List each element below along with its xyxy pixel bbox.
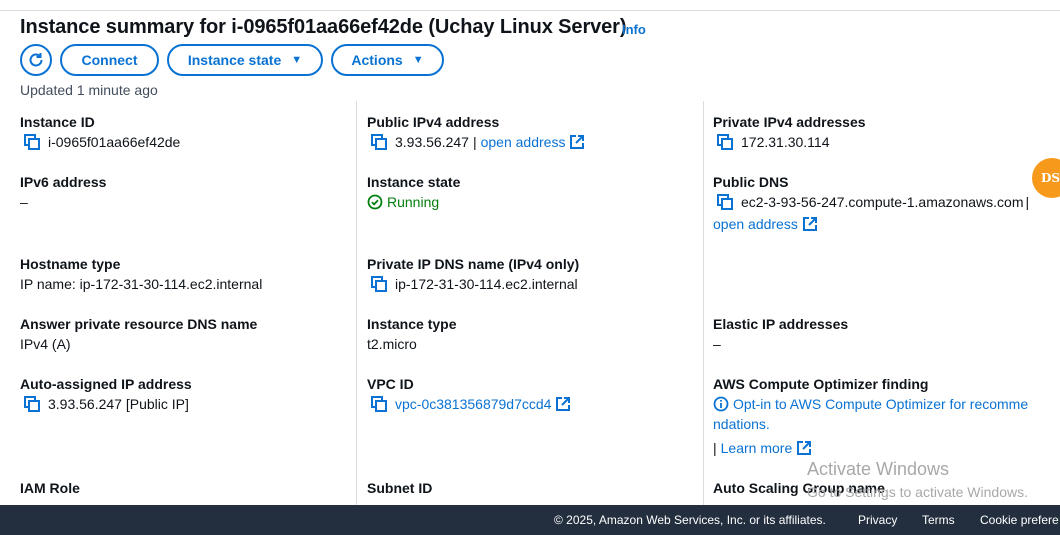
check-circle-icon	[367, 194, 383, 210]
field-instance-state: Instance state Running	[367, 172, 460, 212]
external-link-icon	[802, 217, 817, 231]
top-divider	[0, 10, 1060, 11]
open-address-link[interactable]: open address	[713, 214, 798, 234]
open-address-link[interactable]: open address	[481, 132, 566, 152]
field-label: Subnet ID	[367, 480, 433, 496]
field-private-ip-dns: Private IP DNS name (IPv4 only) ip-172-3…	[367, 254, 579, 294]
field-label: Instance ID	[20, 114, 95, 130]
field-elastic-ip: Elastic IP addresses –	[713, 314, 848, 354]
field-ipv6: IPv6 address –	[20, 172, 106, 212]
public-dns-value: ec2-3-93-56-247.compute-1.amazonaws.com	[741, 194, 1024, 210]
field-label: Private IPv4 addresses	[713, 114, 866, 130]
field-label: Instance state	[367, 174, 461, 190]
instance-state-value: Running	[387, 194, 440, 210]
footer-privacy-link[interactable]: Privacy	[858, 513, 897, 527]
external-link-icon	[556, 397, 571, 411]
field-label: Hostname type	[20, 256, 121, 272]
field-auto-ip: Auto-assigned IP address 3.93.56.247 [Pu…	[20, 374, 192, 414]
instance-type-value: t2.micro	[367, 336, 417, 352]
external-link-icon	[797, 441, 812, 455]
caret-down-icon: ▼	[291, 54, 303, 66]
separator: |	[472, 134, 477, 150]
copy-icon[interactable]	[24, 396, 40, 412]
field-label: Auto-assigned IP address	[20, 376, 192, 392]
refresh-icon	[29, 53, 43, 67]
instance-state-label: Instance state	[187, 52, 282, 68]
external-link-icon	[570, 135, 585, 149]
field-label: Public IPv4 address	[367, 114, 500, 130]
actions-label: Actions	[351, 52, 403, 68]
vpc-id-link[interactable]: vpc-0c381356879d7ccd4	[395, 394, 551, 414]
private-ipv4-value: 172.31.30.114	[741, 134, 830, 150]
floating-badge[interactable]: DS	[1032, 158, 1060, 198]
footer-terms-link[interactable]: Terms	[922, 513, 955, 527]
field-public-ipv4: Public IPv4 address 3.93.56.247 | open a…	[367, 112, 585, 152]
separator: |	[713, 440, 717, 456]
instance-state-dropdown[interactable]: Instance state ▼	[167, 44, 323, 76]
actions-dropdown[interactable]: Actions ▼	[331, 44, 444, 76]
footer-cookie-link[interactable]: Cookie prefere	[980, 513, 1059, 527]
info-link[interactable]: Info	[622, 22, 646, 37]
connect-button[interactable]: Connect	[60, 44, 159, 76]
field-label: IPv6 address	[20, 174, 107, 190]
public-ipv4-value: 3.93.56.247	[395, 134, 469, 150]
copy-icon[interactable]	[371, 396, 387, 412]
updated-timestamp: Updated 1 minute ago	[20, 82, 158, 98]
instance-id-value: i-0965f01aa66ef42de	[48, 134, 181, 150]
page-title: Instance summary for i-0965f01aa66ef42de…	[20, 16, 627, 38]
field-answer-dns: Answer private resource DNS name IPv4 (A…	[20, 314, 257, 354]
field-compute-optimizer: AWS Compute Optimizer finding Opt-in to …	[713, 374, 1028, 458]
private-ip-dns-value: ip-172-31-30-114.ec2.internal	[395, 276, 578, 292]
column-divider	[703, 101, 704, 506]
field-public-dns: Public DNS ec2-3-93-56-247.compute-1.ama…	[713, 172, 1029, 234]
copy-icon[interactable]	[717, 194, 733, 210]
field-subnet-id: Subnet ID	[367, 478, 432, 498]
footer: © 2025, Amazon Web Services, Inc. or its…	[0, 505, 1060, 535]
field-label: Instance type	[367, 316, 457, 332]
footer-copyright: © 2025, Amazon Web Services, Inc. or its…	[554, 513, 826, 527]
auto-ip-value: 3.93.56.247 [Public IP]	[48, 396, 189, 412]
field-hostname-type: Hostname type IP name: ip-172-31-30-114.…	[20, 254, 262, 294]
learn-more-link[interactable]: Learn more	[721, 438, 793, 458]
field-label: Public DNS	[713, 174, 789, 190]
activate-windows-subtitle: Go to Settings to activate Windows.	[807, 484, 1028, 500]
info-circle-icon	[713, 396, 729, 412]
field-label: VPC ID	[367, 376, 414, 392]
field-label: Elastic IP addresses	[713, 316, 849, 332]
separator: |	[1025, 194, 1030, 210]
field-iam-role: IAM Role	[20, 478, 80, 498]
field-instance-type: Instance type t2.micro	[367, 314, 456, 354]
elastic-ip-value: –	[713, 336, 721, 352]
copy-icon[interactable]	[717, 134, 733, 150]
activate-windows-title: Activate Windows	[807, 459, 950, 479]
copy-icon[interactable]	[371, 134, 387, 150]
field-instance-id: Instance ID i-0965f01aa66ef42de	[20, 112, 180, 152]
optimizer-opt-in-link-cont[interactable]: ndations.	[713, 414, 770, 434]
field-label: AWS Compute Optimizer finding	[713, 376, 929, 392]
caret-down-icon: ▼	[412, 54, 424, 66]
field-private-ipv4: Private IPv4 addresses 172.31.30.114	[713, 112, 866, 152]
field-label: Answer private resource DNS name	[20, 316, 258, 332]
hostname-type-value: IP name: ip-172-31-30-114.ec2.internal	[20, 276, 263, 292]
connect-label: Connect	[81, 52, 138, 68]
field-label: Private IP DNS name (IPv4 only)	[367, 256, 580, 272]
column-divider	[356, 101, 357, 506]
optimizer-opt-in-link[interactable]: Opt-in to AWS Compute Optimizer for reco…	[733, 394, 1028, 414]
answer-dns-value: IPv4 (A)	[20, 336, 71, 352]
copy-icon[interactable]	[24, 134, 40, 150]
refresh-button[interactable]	[20, 44, 52, 76]
field-label: IAM Role	[20, 480, 80, 496]
copy-icon[interactable]	[371, 276, 387, 292]
field-vpc-id: VPC ID vpc-0c381356879d7ccd4	[367, 374, 571, 414]
ipv6-value: –	[20, 194, 28, 210]
